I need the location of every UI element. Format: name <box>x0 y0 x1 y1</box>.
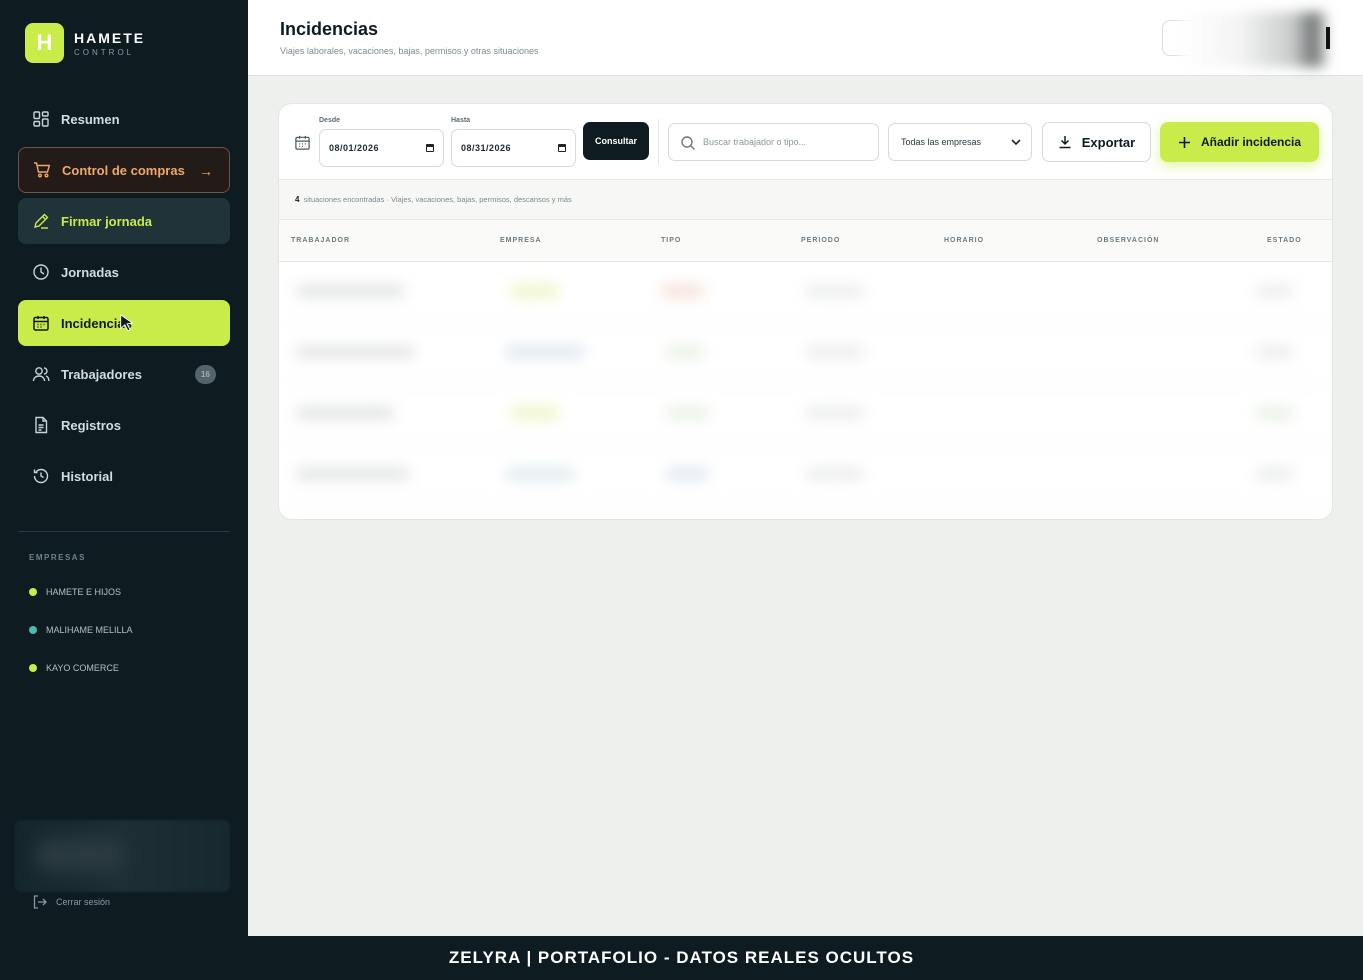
page-subtitle: Viajes laborales, vacaciones, bajas, per… <box>280 46 539 56</box>
grid-icon <box>32 110 50 128</box>
sidebar-item-trabajadores[interactable]: Trabajadores 16 <box>18 351 230 397</box>
empresa-name: MALIHAME MELILLA <box>46 625 133 635</box>
empresas-heading: EMPRESAS <box>29 553 86 562</box>
document-icon <box>32 416 50 434</box>
user-menu-blurred[interactable] <box>1180 12 1330 67</box>
status-dot <box>29 626 37 634</box>
sidebar-divider <box>18 531 230 532</box>
column-header-tipo[interactable]: TIPO <box>661 237 681 244</box>
export-button[interactable]: Exportar <box>1042 122 1151 162</box>
empresa-select-value: Todas las empresas <box>901 137 982 147</box>
results-count: 4 <box>295 195 300 204</box>
page-title: Incidencias <box>280 19 379 39</box>
status-dot <box>29 664 37 672</box>
table-body-blurred <box>285 262 1331 519</box>
table-row[interactable] <box>285 384 1331 445</box>
column-header-observacion[interactable]: OBSERVACIÓN <box>1097 237 1159 244</box>
results-summary: 4 situaciones encontradas · Viajes, vaca… <box>279 180 1332 220</box>
search-icon <box>681 136 695 150</box>
arrow-right-icon: → <box>199 163 213 179</box>
clock-icon <box>32 263 50 281</box>
chevron-down-icon <box>1011 139 1021 146</box>
table-row[interactable] <box>285 323 1331 384</box>
logout-button[interactable]: Cerrar sesión <box>32 894 110 910</box>
sidebar-item-label: Trabajadores <box>61 366 142 382</box>
empresa-item-malihame-melilla[interactable]: MALIHAME MELILLA <box>29 625 133 635</box>
filter-toolbar: Desde 08/01/2026 Hasta 08/31/2026 Consul… <box>279 104 1332 180</box>
sidebar-item-label: Resumen <box>61 111 120 127</box>
results-text: situaciones encontradas · Viajes, vacaci… <box>303 195 572 204</box>
date-picker-icon[interactable] <box>558 144 566 152</box>
sidebar-item-registros[interactable]: Registros <box>18 402 230 448</box>
calendar-icon <box>294 134 311 156</box>
export-label: Exportar <box>1081 134 1136 150</box>
sidebar-item-label: Firmar jornada <box>61 213 153 229</box>
mouse-cursor-icon <box>118 314 136 335</box>
add-label: Añadir incidencia <box>1200 135 1302 149</box>
desde-label: Desde <box>319 117 341 124</box>
hasta-label: Hasta <box>451 117 471 124</box>
desde-value: 08/01/2026 <box>329 143 380 153</box>
column-header-estado[interactable]: ESTADO <box>1267 237 1302 244</box>
portfolio-banner: ZELYRA | PORTAFOLIO - DATOS REALES OCULT… <box>0 936 1363 980</box>
sidebar-item-label: Historial <box>61 468 114 484</box>
sidebar-nav: Resumen Control de compras → Firmar jorn… <box>18 96 230 504</box>
empresa-item-hamete-e-hijos[interactable]: HAMETE E HIJOS <box>29 587 121 597</box>
pen-icon <box>32 212 50 230</box>
hasta-value: 08/31/2026 <box>461 143 512 153</box>
column-header-periodo[interactable]: PERIODO <box>801 237 840 244</box>
brand-name: HAMETE <box>74 29 146 46</box>
column-header-trabajador[interactable]: TRABAJADOR <box>291 237 350 244</box>
brand-subtitle: CONTROL <box>74 47 135 57</box>
sidebar-item-historial[interactable]: Historial <box>18 453 230 499</box>
hasta-date-input[interactable]: 08/31/2026 <box>451 129 576 167</box>
column-header-empresa[interactable]: EMPRESA <box>500 237 542 244</box>
logout-icon <box>33 895 47 909</box>
brand-logo[interactable]: H HAMETE CONTROL <box>25 23 145 63</box>
search-placeholder: Buscar trabajador o tipo... <box>703 137 807 147</box>
empresa-name: HAMETE E HIJOS <box>46 587 122 597</box>
download-icon <box>1059 136 1071 149</box>
users-icon <box>32 365 50 383</box>
history-icon <box>32 467 50 485</box>
sidebar-item-resumen[interactable]: Resumen <box>18 96 230 142</box>
table-row[interactable] <box>285 262 1331 323</box>
user-profile-card-blurred[interactable] <box>15 820 230 892</box>
table-row[interactable] <box>285 445 1331 506</box>
sidebar-item-jornadas[interactable]: Jornadas <box>18 249 230 295</box>
date-picker-icon[interactable] <box>426 144 434 152</box>
empresa-item-kayo-comerce[interactable]: KAYO COMERCE <box>29 663 119 673</box>
consultar-button[interactable]: Consultar <box>583 122 649 160</box>
table-header: TRABAJADOR EMPRESA TIPO PERIODO HORARIO … <box>279 220 1332 262</box>
count-badge: 16 <box>195 365 216 384</box>
header-edge-mark <box>1326 27 1330 49</box>
incidencias-panel: Desde 08/01/2026 Hasta 08/31/2026 Consul… <box>278 103 1333 520</box>
page-header: Incidencias Viajes laborales, vacaciones… <box>248 0 1363 76</box>
logo-mark: H <box>25 23 64 63</box>
sidebar-item-firmar-jornada[interactable]: Firmar jornada <box>18 198 230 244</box>
desde-date-input[interactable]: 08/01/2026 <box>319 129 444 167</box>
toolbar-divider <box>658 119 659 165</box>
sidebar-item-label: Registros <box>61 417 121 433</box>
sidebar-item-label: Control de compras <box>62 162 185 178</box>
sidebar-item-control-de-compras[interactable]: Control de compras → <box>18 147 230 193</box>
sidebar-item-incidencias[interactable]: Incidencias <box>18 300 230 346</box>
plus-icon <box>1178 136 1190 148</box>
empresa-name: KAYO COMERCE <box>46 663 119 673</box>
status-dot <box>29 588 37 596</box>
cart-icon <box>33 161 51 179</box>
calendar-icon <box>32 314 50 332</box>
add-incidencia-button[interactable]: Añadir incidencia <box>1160 122 1319 162</box>
sidebar: H HAMETE CONTROL Resumen Control de comp… <box>0 0 248 936</box>
logout-label: Cerrar sesión <box>56 897 111 907</box>
column-header-horario[interactable]: HORARIO <box>944 237 984 244</box>
sidebar-item-label: Jornadas <box>61 264 119 280</box>
empresa-select[interactable]: Todas las empresas <box>888 123 1032 161</box>
search-input[interactable]: Buscar trabajador o tipo... <box>668 123 879 161</box>
